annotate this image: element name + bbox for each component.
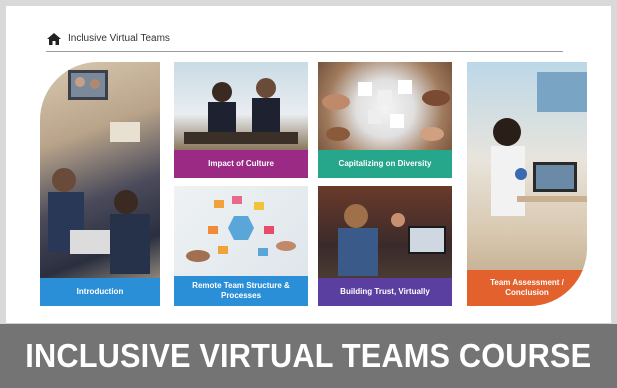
module-tile-building-trust[interactable]: Building Trust, Virtually bbox=[318, 186, 452, 306]
module-label: Team Assessment / Conclusion bbox=[490, 278, 564, 297]
building-trust-caption: Building Trust, Virtually bbox=[318, 278, 452, 306]
team-assessment-caption: Team Assessment / Conclusion bbox=[467, 270, 587, 306]
remote-team-structure-caption: Remote Team Structure & Processes bbox=[174, 276, 308, 306]
module-tile-capitalizing-on-diversity[interactable]: Capitalizing on Diversity bbox=[318, 62, 452, 178]
course-banner: INCLUSIVE VIRTUAL TEAMS COURSE bbox=[0, 324, 617, 388]
page-title: Inclusive Virtual Teams bbox=[68, 33, 170, 44]
module-grid: Introduction Impact of Culture Capitaliz… bbox=[40, 62, 587, 308]
module-tile-introduction[interactable]: Introduction bbox=[40, 62, 160, 306]
module-tile-remote-team-structure[interactable]: Remote Team Structure & Processes bbox=[174, 186, 308, 306]
module-label: Building Trust, Virtually bbox=[340, 287, 430, 296]
introduction-caption: Introduction bbox=[40, 278, 160, 306]
module-label: Impact of Culture bbox=[208, 159, 274, 168]
module-label: Capitalizing on Diversity bbox=[338, 159, 432, 168]
module-label: Introduction bbox=[76, 287, 124, 296]
impact-of-culture-caption: Impact of Culture bbox=[174, 150, 308, 178]
breadcrumb: Inclusive Virtual Teams bbox=[46, 26, 563, 52]
home-icon[interactable] bbox=[46, 32, 62, 46]
module-label: Remote Team Structure & Processes bbox=[192, 281, 290, 300]
course-screen: Inclusive Virtual Teams Introduction Imp… bbox=[6, 6, 611, 324]
module-tile-team-assessment[interactable]: Team Assessment / Conclusion bbox=[467, 62, 587, 306]
introduction-photo bbox=[40, 62, 160, 306]
banner-title: INCLUSIVE VIRTUAL TEAMS COURSE bbox=[25, 337, 592, 374]
module-tile-impact-of-culture[interactable]: Impact of Culture bbox=[174, 62, 308, 178]
capitalizing-on-diversity-caption: Capitalizing on Diversity bbox=[318, 150, 452, 178]
